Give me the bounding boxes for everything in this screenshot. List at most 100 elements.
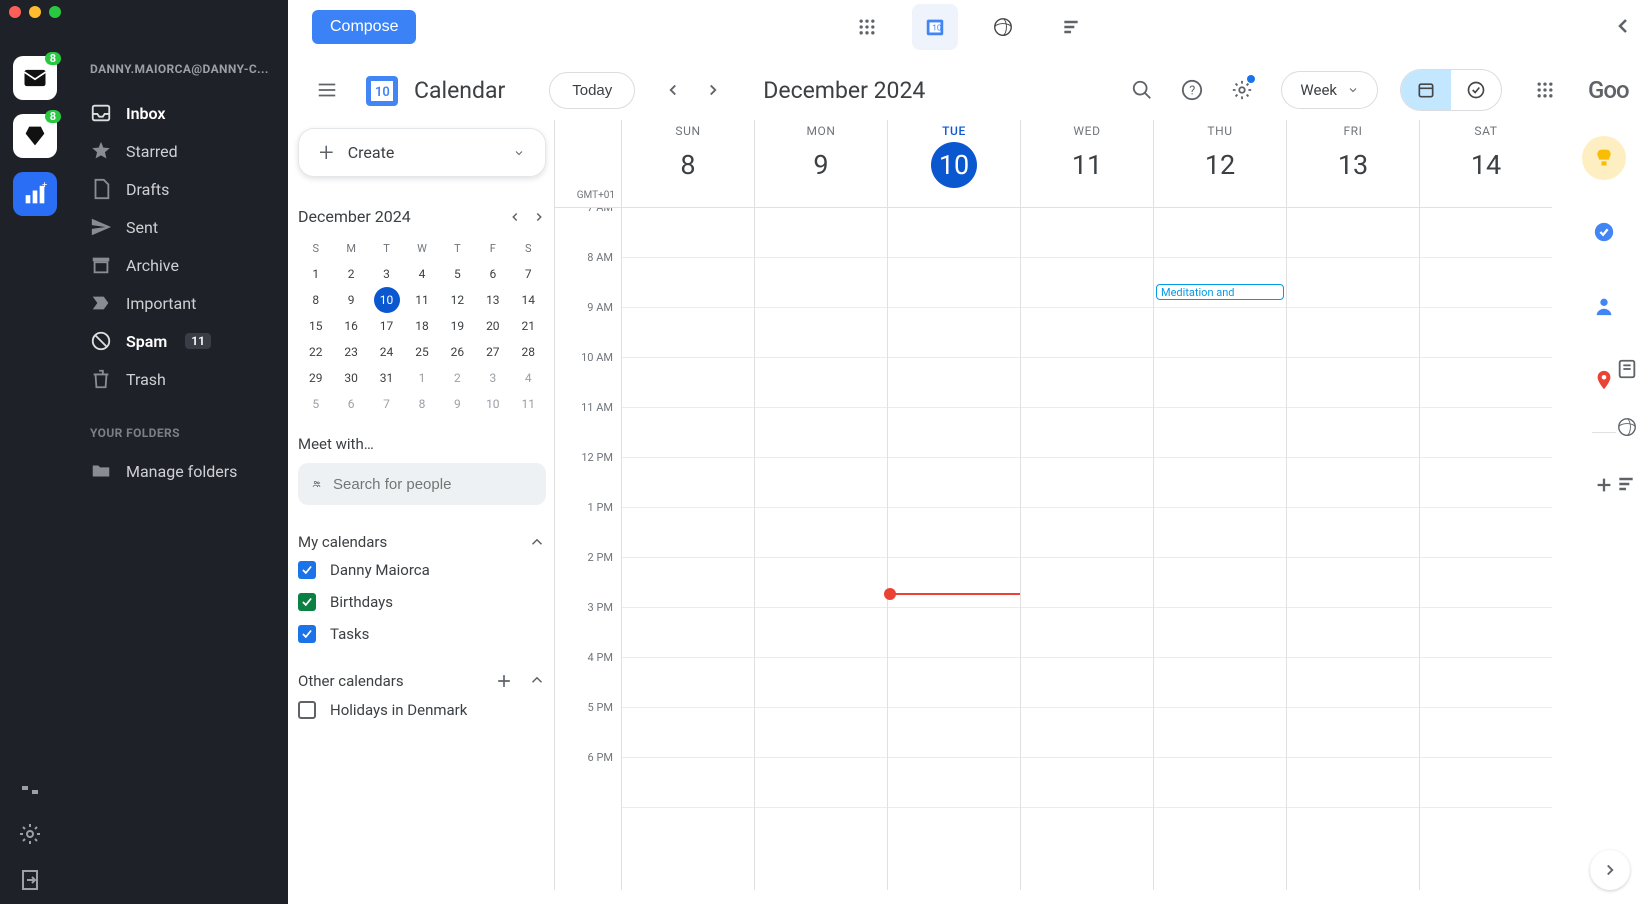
day-headers: GMT+01 SUN8 MON9 TUE10 WED11 THU12 FRI13… bbox=[555, 120, 1552, 208]
nav-important[interactable]: Important bbox=[90, 284, 280, 322]
calendar-checkbox[interactable]: Danny Maiorca bbox=[298, 561, 546, 579]
people-icon bbox=[312, 474, 321, 494]
sent-icon bbox=[90, 216, 112, 238]
day-header[interactable]: SUN8 bbox=[621, 120, 754, 207]
window-controls bbox=[9, 6, 61, 18]
nav-inbox[interactable]: Inbox bbox=[90, 94, 280, 132]
svg-text:+: + bbox=[42, 180, 47, 191]
calendar-checkbox[interactable]: Tasks bbox=[298, 625, 546, 643]
current-month-label: December 2024 bbox=[763, 77, 925, 104]
gcal-logo-icon: 10 bbox=[362, 70, 402, 110]
window-close[interactable] bbox=[9, 6, 21, 18]
rail-mail[interactable]: 8 bbox=[13, 56, 57, 100]
calendar-checkbox[interactable]: Birthdays bbox=[298, 593, 546, 611]
chevron-up-icon[interactable] bbox=[528, 533, 546, 551]
manage-folders[interactable]: Manage folders bbox=[90, 452, 280, 490]
day-column-sat[interactable] bbox=[1419, 208, 1552, 890]
nav-starred-label: Starred bbox=[126, 142, 178, 161]
add-calendar-button[interactable] bbox=[494, 671, 514, 691]
day-header-today[interactable]: TUE10 bbox=[887, 120, 1020, 207]
folders-header: YOUR FOLDERS bbox=[90, 426, 280, 440]
svg-text:10: 10 bbox=[932, 23, 942, 33]
compose-button[interactable]: Compose bbox=[312, 10, 416, 44]
rail-analytics[interactable]: + bbox=[13, 172, 57, 216]
help-button[interactable]: ? bbox=[1171, 69, 1213, 111]
day-header[interactable]: SAT14 bbox=[1419, 120, 1552, 207]
calendar-mode-button[interactable] bbox=[1401, 70, 1451, 110]
side-panel-collapse-button[interactable] bbox=[1590, 850, 1630, 890]
keep-icon[interactable] bbox=[1582, 136, 1626, 180]
apps-grid-icon[interactable] bbox=[844, 4, 890, 50]
todoist-icon[interactable] bbox=[1048, 4, 1094, 50]
nav-spam[interactable]: Spam 11 bbox=[90, 322, 280, 360]
nav-sent[interactable]: Sent bbox=[90, 208, 280, 246]
day-column-wed[interactable] bbox=[1020, 208, 1153, 890]
mini-prev-button[interactable] bbox=[508, 210, 522, 224]
settings-icon[interactable] bbox=[18, 822, 42, 846]
meet-with-label: Meet with… bbox=[298, 435, 546, 453]
google-apps-button[interactable] bbox=[1524, 69, 1566, 111]
rail-drive[interactable]: 8 bbox=[13, 114, 57, 158]
nav-archive[interactable]: Archive bbox=[90, 246, 280, 284]
week-grid: GMT+01 SUN8 MON9 TUE10 WED11 THU12 FRI13… bbox=[554, 120, 1552, 890]
other-calendars-section[interactable]: Other calendars bbox=[298, 671, 546, 691]
feedback-icon[interactable] bbox=[18, 776, 42, 800]
create-button[interactable]: + Create bbox=[298, 128, 546, 177]
mini-next-button[interactable] bbox=[532, 210, 546, 224]
calendar-checkbox[interactable]: Holidays in Denmark bbox=[298, 701, 546, 719]
window-minimize[interactable] bbox=[29, 6, 41, 18]
gcal-icon[interactable]: 10 bbox=[912, 4, 958, 50]
nav-inbox-label: Inbox bbox=[126, 104, 166, 123]
day-column-thu[interactable]: Meditation and bbox=[1153, 208, 1286, 890]
day-header[interactable]: MON9 bbox=[754, 120, 887, 207]
mini-calendar-header: December 2024 bbox=[298, 207, 546, 226]
contacts-panel-icon[interactable] bbox=[1582, 284, 1626, 328]
collapse-right-icon[interactable] bbox=[1612, 14, 1636, 38]
main-menu-button[interactable] bbox=[306, 69, 348, 111]
prev-period-button[interactable] bbox=[655, 72, 691, 108]
today-button[interactable]: Today bbox=[549, 72, 635, 109]
star-icon bbox=[90, 140, 112, 162]
day-header[interactable]: WED11 bbox=[1020, 120, 1153, 207]
people-search-input[interactable] bbox=[333, 476, 532, 493]
my-calendars-section[interactable]: My calendars bbox=[298, 533, 546, 551]
nav-trash[interactable]: Trash bbox=[90, 360, 280, 398]
people-search[interactable] bbox=[298, 463, 546, 505]
my-calendars-list: Danny Maiorca Birthdays Tasks bbox=[298, 561, 546, 643]
day-header[interactable]: THU12 bbox=[1153, 120, 1286, 207]
window-maximize[interactable] bbox=[49, 6, 61, 18]
mail-badge: 8 bbox=[45, 52, 61, 65]
nav-spam-label: Spam bbox=[126, 332, 167, 351]
day-column-mon[interactable] bbox=[754, 208, 887, 890]
tasks-mode-button[interactable] bbox=[1451, 70, 1501, 110]
integration-rail bbox=[1610, 358, 1650, 502]
time-column: 7 AM 8 AM 9 AM 10 AM 11 AM 12 PM 1 PM 2 … bbox=[555, 208, 621, 890]
next-period-button[interactable] bbox=[695, 72, 731, 108]
view-label: Week bbox=[1300, 81, 1337, 99]
mini-calendar[interactable]: SMTWTFS 1234567 891011121314 15161718192… bbox=[298, 236, 546, 417]
todoist-rail-icon[interactable] bbox=[1616, 474, 1644, 502]
export-icon[interactable] bbox=[18, 868, 42, 892]
settings-button[interactable] bbox=[1221, 69, 1263, 111]
notes-icon[interactable] bbox=[1616, 358, 1644, 386]
chevron-up-icon[interactable] bbox=[528, 671, 546, 689]
tasks-panel-icon[interactable] bbox=[1582, 210, 1626, 254]
nav-archive-label: Archive bbox=[126, 256, 179, 275]
grid-body[interactable]: 7 AM 8 AM 9 AM 10 AM 11 AM 12 PM 1 PM 2 … bbox=[555, 208, 1552, 890]
other-calendars-label: Other calendars bbox=[298, 672, 404, 690]
nav-drafts[interactable]: Drafts bbox=[90, 170, 280, 208]
day-column-sun[interactable] bbox=[621, 208, 754, 890]
day-column-fri[interactable] bbox=[1286, 208, 1419, 890]
search-button[interactable] bbox=[1121, 69, 1163, 111]
drafts-icon bbox=[90, 178, 112, 200]
openai-rail-icon[interactable] bbox=[1616, 416, 1644, 444]
day-header[interactable]: FRI13 bbox=[1286, 120, 1419, 207]
nav-starred[interactable]: Starred bbox=[90, 132, 280, 170]
mail-nav: DANNY.MAIORCA@DANNY-C... Inbox Starred D… bbox=[90, 62, 280, 490]
view-selector[interactable]: Week bbox=[1281, 71, 1378, 109]
openai-icon[interactable] bbox=[980, 4, 1026, 50]
calendar-event[interactable]: Meditation and bbox=[1156, 284, 1284, 300]
day-column-tue[interactable] bbox=[887, 208, 1020, 890]
mail-bottom bbox=[18, 776, 42, 892]
other-calendars-list: Holidays in Denmark bbox=[298, 701, 546, 719]
